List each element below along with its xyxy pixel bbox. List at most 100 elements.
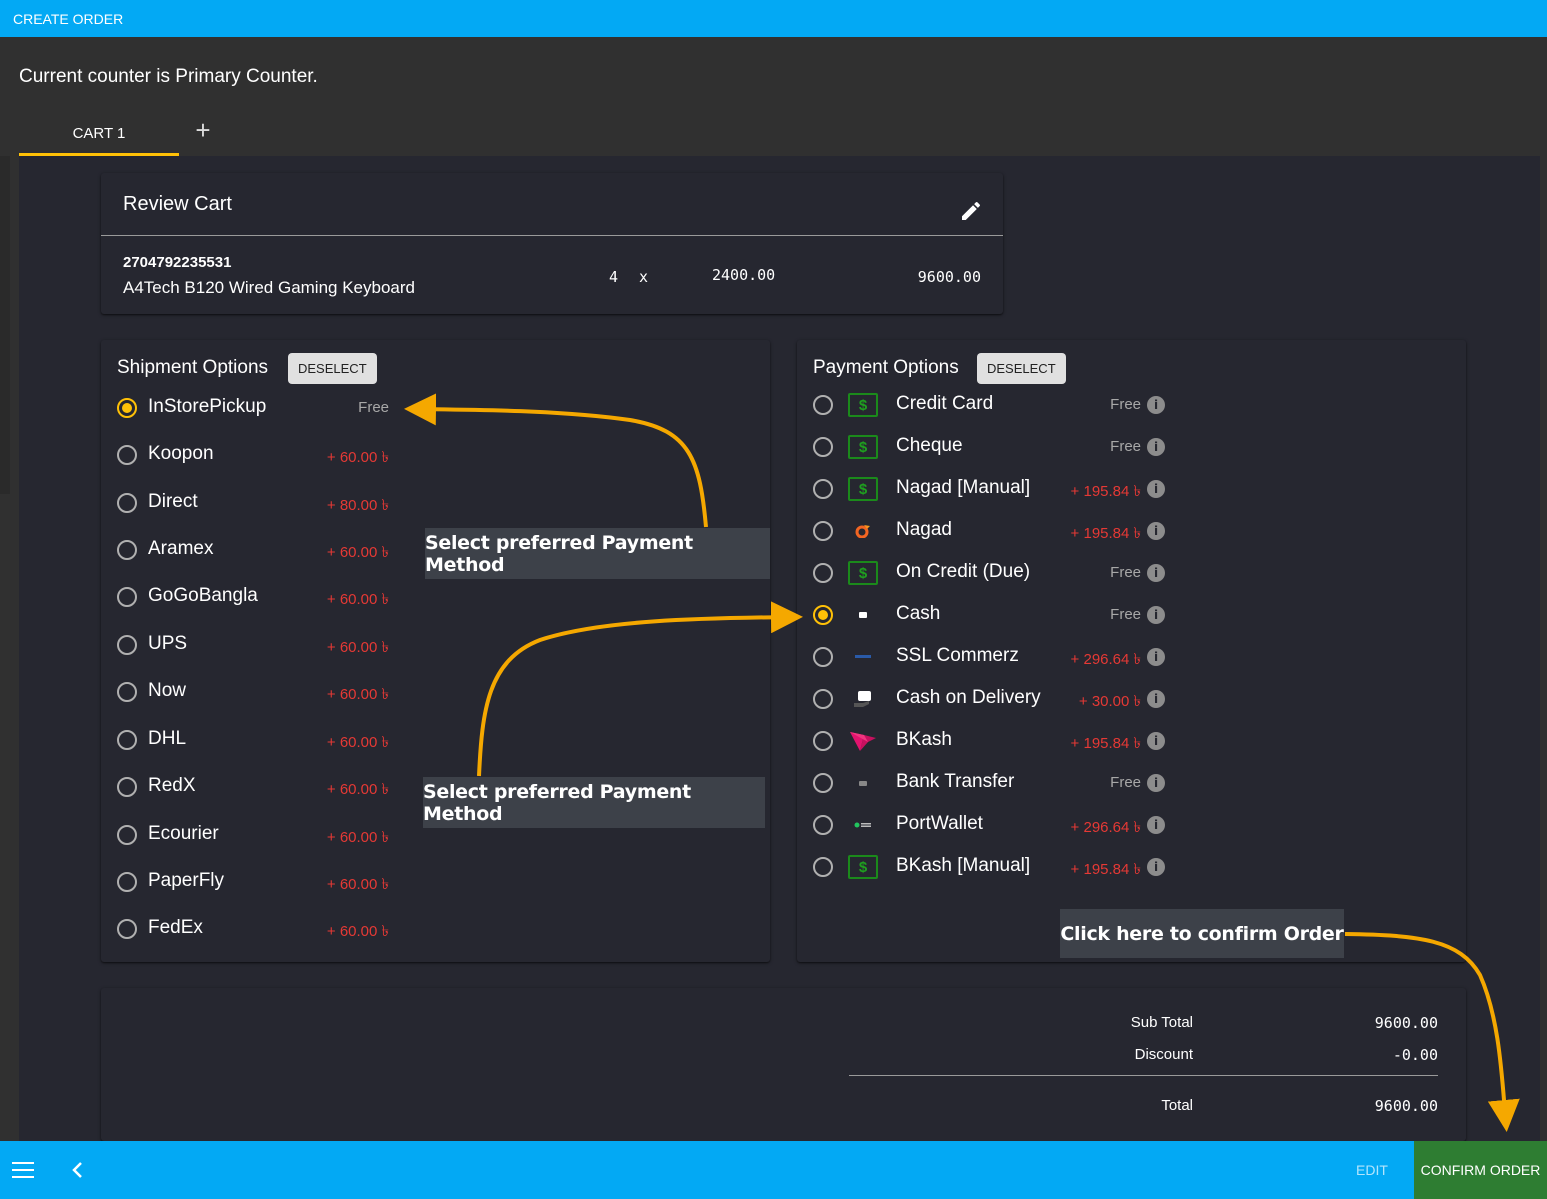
shipment-option-label[interactable]: InStorePickup <box>148 396 266 418</box>
payment-radio[interactable] <box>813 521 833 541</box>
info-icon[interactable]: i <box>1147 690 1165 708</box>
shipment-radio-now[interactable] <box>117 682 137 702</box>
hamburger-menu-icon[interactable] <box>12 1161 34 1179</box>
shipment-radio-ups[interactable] <box>117 635 137 655</box>
payment-radio[interactable] <box>813 773 833 793</box>
shipment-radio-aramex[interactable] <box>117 540 137 560</box>
shipment-option-label[interactable]: Aramex <box>148 538 213 560</box>
payment-radio[interactable] <box>813 605 833 625</box>
shipment-options-title: Shipment Options <box>117 357 269 378</box>
payment-radio[interactable] <box>813 857 833 877</box>
shipment-option-label[interactable]: RedX <box>148 775 196 797</box>
payment-radio[interactable] <box>813 815 833 835</box>
item-unit-price: 2400.00 <box>712 266 776 284</box>
shipment-radio-koopon[interactable] <box>117 445 137 465</box>
shipment-radio-direct[interactable] <box>117 493 137 513</box>
shipment-option-label[interactable]: GoGoBangla <box>148 585 258 607</box>
info-icon[interactable]: i <box>1147 438 1165 456</box>
payment-option-label[interactable]: Nagad <box>896 519 952 541</box>
bkash-logo-icon <box>848 729 878 753</box>
payment-options-title: Payment Options <box>813 357 959 378</box>
shipment-option-fee: + 60.00 ৳ <box>326 781 389 798</box>
info-icon[interactable]: i <box>1147 858 1165 876</box>
shipment-radio-gogobangla[interactable] <box>117 587 137 607</box>
info-icon[interactable]: i <box>1147 480 1165 498</box>
dollar-icon: $ <box>848 393 878 417</box>
payment-option-label[interactable]: Credit Card <box>896 393 993 415</box>
payment-option-label[interactable]: Bank Transfer <box>896 771 1014 793</box>
annotation-callout-confirm: Click here to confirm Order <box>1060 909 1344 958</box>
info-icon[interactable]: i <box>1147 396 1165 414</box>
pencil-edit-icon[interactable] <box>959 199 983 223</box>
annotation-callout-shipment: Select preferred Payment Method <box>425 528 770 579</box>
payment-option-label[interactable]: Cheque <box>896 435 963 457</box>
chevron-left-icon[interactable] <box>70 1160 86 1180</box>
confirm-order-button[interactable]: CONFIRM ORDER <box>1414 1141 1547 1199</box>
payment-radio[interactable] <box>813 479 833 499</box>
payment-option-fee: + 195.84 ৳ <box>1070 861 1141 878</box>
payment-radio[interactable] <box>813 647 833 667</box>
shipment-option-label[interactable]: Ecourier <box>148 823 219 845</box>
add-cart-tab-button[interactable]: + <box>179 110 227 150</box>
payment-radio[interactable] <box>813 395 833 415</box>
payment-option-label[interactable]: BKash <box>896 729 952 751</box>
plus-icon: + <box>195 114 211 145</box>
payment-option-label[interactable]: SSL Commerz <box>896 645 1019 667</box>
info-icon[interactable]: i <box>1147 648 1165 666</box>
shipment-radio-ecourier[interactable] <box>117 825 137 845</box>
shipment-radio-instorepickup[interactable] <box>117 398 137 418</box>
info-icon[interactable]: i <box>1147 564 1165 582</box>
review-cart-card: Review Cart 2704792235531 A4Tech B120 Wi… <box>101 173 1003 314</box>
bank-card-icon <box>848 771 878 795</box>
shipment-option-label[interactable]: PaperFly <box>148 870 224 892</box>
shipment-radio-fedex[interactable] <box>117 919 137 939</box>
shipment-option-label[interactable]: DHL <box>148 728 186 750</box>
payment-radio[interactable] <box>813 437 833 457</box>
payment-option-label[interactable]: On Credit (Due) <box>896 561 1030 583</box>
edit-button[interactable]: EDIT <box>1330 1141 1414 1199</box>
shipment-option-label[interactable]: Koopon <box>148 443 214 465</box>
payment-option-label[interactable]: Nagad [Manual] <box>896 477 1030 499</box>
info-icon[interactable]: i <box>1147 774 1165 792</box>
info-icon[interactable]: i <box>1147 522 1165 540</box>
payment-option-label[interactable]: Cash <box>896 603 940 625</box>
shipment-radio-redx[interactable] <box>117 777 137 797</box>
shipment-option-label[interactable]: FedEx <box>148 917 203 939</box>
payment-radio[interactable] <box>813 731 833 751</box>
payment-radio[interactable] <box>813 689 833 709</box>
page-title: CREATE ORDER <box>13 10 124 27</box>
shipment-option-label[interactable]: Direct <box>148 491 198 513</box>
info-icon[interactable]: i <box>1147 732 1165 750</box>
payment-option-fee: Free <box>1110 396 1141 413</box>
payment-option-label[interactable]: Cash on Delivery <box>896 687 1041 709</box>
shipment-radio-dhl[interactable] <box>117 730 137 750</box>
payment-radio[interactable] <box>813 563 833 583</box>
info-icon[interactable]: i <box>1147 606 1165 624</box>
info-icon[interactable]: i <box>1147 816 1165 834</box>
shipment-option-label[interactable]: Now <box>148 680 186 702</box>
cash-on-delivery-icon <box>848 687 878 711</box>
shipment-option-fee: + 60.00 ৳ <box>326 544 389 561</box>
dollar-icon: $ <box>848 561 878 585</box>
payment-deselect-button[interactable]: DESELECT <box>977 353 1066 384</box>
shipment-deselect-button[interactable]: DESELECT <box>288 353 377 384</box>
payment-option-label[interactable]: PortWallet <box>896 813 983 835</box>
item-times-sign: x <box>639 268 649 286</box>
shipment-option-label[interactable]: UPS <box>148 633 187 655</box>
payment-option-fee: + 195.84 ৳ <box>1070 483 1141 500</box>
tab-cart-1[interactable]: CART 1 <box>19 110 179 156</box>
order-summary-card: Sub Total 9600.00 Discount -0.00 Total 9… <box>101 988 1466 1141</box>
side-strip <box>0 156 10 494</box>
shipment-option-fee: + 60.00 ৳ <box>326 923 389 940</box>
cart-tabs: CART 1 + <box>19 110 227 156</box>
cart-line-item: 2704792235531 A4Tech B120 Wired Gaming K… <box>101 236 1003 313</box>
dollar-icon: $ <box>848 855 878 879</box>
discount-value: -0.00 <box>1392 1046 1438 1064</box>
payment-option-label[interactable]: BKash [Manual] <box>896 855 1030 877</box>
summary-divider <box>849 1075 1438 1076</box>
shipment-option-fee: + 60.00 ৳ <box>326 686 389 703</box>
total-value: 9600.00 <box>1374 1097 1438 1115</box>
shipment-radio-paperfly[interactable] <box>117 872 137 892</box>
payment-option-fee: Free <box>1110 774 1141 791</box>
shipment-option-fee: + 60.00 ৳ <box>326 449 389 466</box>
